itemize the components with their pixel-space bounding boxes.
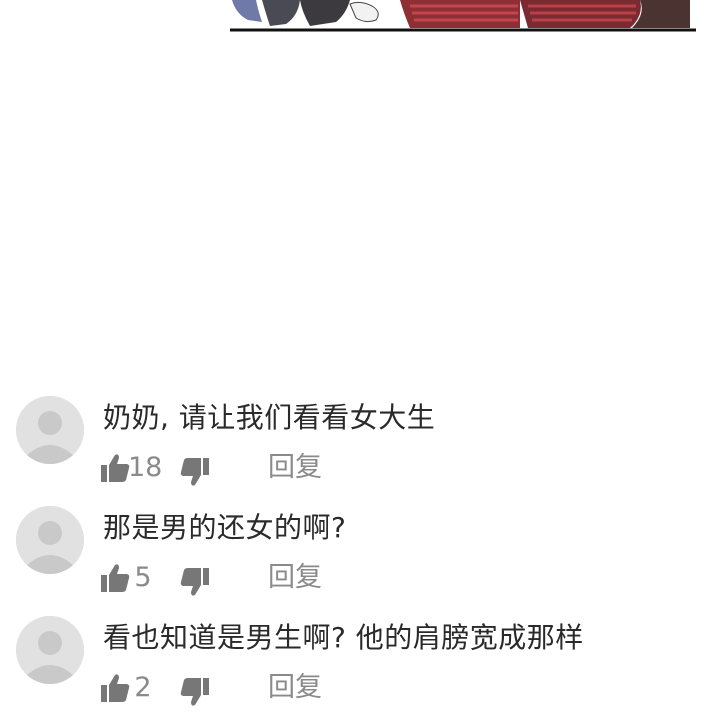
comment-text: 那是男的还女的啊? [103,511,347,544]
thumbs-down-icon[interactable] [180,676,210,708]
comic-panel-fragment [0,0,720,34]
reply-button[interactable]: 回复 [268,452,322,484]
comment-item: 看也知道是男生啊? 他的肩膀宽成那样 2 回复 [0,616,720,726]
reply-button[interactable]: 回复 [268,562,322,594]
reply-button[interactable]: 回复 [268,672,322,704]
thumbs-down-icon[interactable] [180,456,210,488]
thumbs-up-icon[interactable] [100,452,130,484]
like-count: 18 [128,452,163,483]
comic-artwork [230,0,696,32]
comment-item: 奶奶, 请让我们看看女大生 18 回复 [0,396,720,506]
thumbs-up-icon[interactable] [100,672,130,704]
thumbs-up-icon[interactable] [100,562,130,594]
comment-item: 那是男的还女的啊? 5 回复 [0,506,720,616]
comment-text: 看也知道是男生啊? 他的肩膀宽成那样 [103,621,584,654]
like-count: 2 [134,672,152,703]
user-avatar-icon[interactable] [16,396,84,464]
comment-text: 奶奶, 请让我们看看女大生 [103,401,436,434]
thumbs-down-icon[interactable] [180,566,210,598]
user-avatar-icon[interactable] [16,506,84,574]
user-avatar-icon[interactable] [16,616,84,684]
like-count: 5 [134,562,152,593]
